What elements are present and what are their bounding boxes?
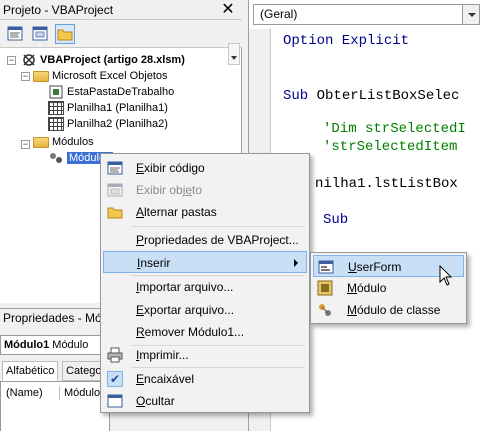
menu-label: Importar arquivo... [136, 280, 234, 294]
project-explorer-toolbar [0, 20, 242, 65]
object-icon [107, 182, 123, 198]
code-line: Sub ObterListBoxSelec [283, 88, 459, 105]
menu-item-view-object: Exibir objeto [103, 179, 307, 201]
submenu-label: UserForm [348, 260, 402, 274]
module-icon [48, 151, 64, 165]
menu-item-insert[interactable]: Inserir [103, 251, 307, 273]
tree-item-modules-label: Módulos [52, 136, 94, 148]
menu-item-remove-module[interactable]: Remover Módulo1... [103, 321, 307, 343]
menu-label: Inserir [137, 256, 171, 270]
close-icon[interactable]: ✕ [218, 1, 238, 19]
tab-alphabetic[interactable]: Alfabético [2, 361, 59, 381]
checkmark-icon: ✔ [107, 371, 123, 387]
tree-item-excel-objects-label: Microsoft Excel Objetos [52, 70, 168, 82]
code-text: nilha1.lstListBox [315, 176, 458, 192]
menu-item-dockable[interactable]: ✔ Encaixável [103, 368, 307, 390]
submenu-label: Módulo de classe [347, 303, 441, 317]
code-line: 'strSelectedItem [323, 139, 457, 156]
properties-window: Propriedades - Módu Módulo1 Módulo Alfab… [0, 308, 115, 431]
vba-project-icon [21, 53, 37, 67]
tree-item-workbook[interactable]: EstaPastaDeTrabalho [48, 84, 174, 100]
menu-separator [131, 226, 305, 227]
tree-item-excel-objects[interactable]: Microsoft Excel Objetos [33, 68, 168, 84]
combo-dropdown-button[interactable] [462, 5, 479, 24]
object-combo-value: (Geral) [260, 7, 298, 21]
code-icon [107, 160, 123, 176]
submenu-label: Módulo [347, 281, 387, 295]
properties-object-name: Módulo1 [4, 339, 50, 351]
property-name: (Name) [6, 387, 43, 399]
menu-item-view-code[interactable]: Exibir código [103, 157, 307, 179]
tree-item-sheet2-label: Planilha2 (Planilha2) [67, 118, 168, 130]
folder-open-icon [33, 137, 49, 149]
tree-item-sheet2[interactable]: Planilha2 (Planilha2) [48, 116, 168, 132]
menu-item-properties[interactable]: Propriedades de VBAProject... [103, 229, 307, 251]
properties-grid: (Name) Módulo1 [0, 381, 110, 431]
worksheet-icon [48, 101, 64, 116]
chevron-down-icon [468, 13, 476, 17]
properties-object-type: Módulo [52, 339, 89, 351]
menu-item-print[interactable]: Imprimir... [103, 344, 307, 366]
workbook-icon [48, 85, 64, 99]
menu-label: Remover Módulo1... [136, 325, 245, 339]
printer-icon [107, 347, 123, 363]
tree-item-sheet1[interactable]: Planilha1 (Planilha1) [48, 100, 168, 116]
properties-tabs: Alfabético Catego [0, 361, 110, 381]
menu-item-toggle-folders[interactable]: Alternar pastas [103, 201, 307, 223]
code-comment: 'strSelectedItem [323, 139, 458, 155]
class-module-icon [317, 302, 333, 318]
context-menu: Exibir código Exibir objeto Alternar pas… [100, 153, 310, 413]
menu-label: Imprimir... [136, 348, 189, 362]
userform-icon [318, 259, 334, 275]
tree-item-project[interactable]: VBAProject (artigo 28.xlsm) [21, 52, 185, 68]
menu-label: Propriedades de VBAProject... [136, 233, 299, 247]
view-object-icon[interactable] [30, 24, 50, 44]
code-keyword: Sub [283, 88, 309, 104]
submenu-item-class-module[interactable]: Módulo de classe [313, 299, 464, 321]
view-code-icon[interactable] [5, 24, 25, 44]
code-text: ObterListBoxSelec [308, 88, 460, 104]
toggle-folders-icon[interactable] [55, 24, 75, 44]
modules-collapse-icon[interactable]: − [21, 140, 30, 149]
folder-icon [107, 204, 123, 220]
tab-categorized[interactable]: Catego [62, 361, 106, 381]
menu-item-import-file[interactable]: Importar arquivo... [103, 276, 307, 298]
project-explorer-titlebar: Projeto - VBAProject ✕ [0, 0, 242, 20]
menu-label: Exibir objeto [136, 183, 203, 197]
code-comment: 'Dim strSelectedI [323, 121, 466, 137]
tree-item-workbook-label: EstaPastaDeTrabalho [67, 86, 175, 98]
code-line: nilha1.lstListBox [315, 176, 458, 193]
tree-item-project-label: VBAProject (artigo 28.xlsm) [40, 54, 185, 66]
code-line: Sub [323, 212, 348, 229]
folder-icon [33, 71, 49, 83]
menu-label: Encaixável [136, 372, 195, 386]
code-line: Option Explicit [283, 33, 409, 50]
properties-title: Propriedades - Módu [3, 311, 116, 325]
excel-objects-collapse-icon[interactable]: − [21, 72, 30, 81]
worksheet-icon [48, 117, 64, 132]
object-combo[interactable]: (Geral) [253, 4, 480, 25]
insert-submenu: UserForm Módulo Módulo de classe [310, 252, 467, 324]
properties-object-combo[interactable]: Módulo1 Módulo [0, 335, 110, 355]
tree-item-modules[interactable]: Módulos [33, 134, 94, 150]
window-icon [107, 393, 123, 409]
menu-label: Alternar pastas [136, 205, 217, 219]
code-keyword: Option Explicit [283, 33, 410, 49]
menu-item-hide[interactable]: Ocultar [103, 390, 307, 412]
project-explorer-title: Projeto - VBAProject [3, 3, 114, 17]
chevron-down-icon [231, 56, 237, 60]
tree-item-sheet1-label: Planilha1 (Planilha1) [67, 102, 168, 114]
project-collapse-icon[interactable]: − [7, 56, 16, 65]
code-keyword: Sub [323, 212, 349, 228]
menu-label: Exportar arquivo... [136, 303, 235, 317]
chevron-right-icon [294, 259, 298, 267]
menu-item-export-file[interactable]: Exportar arquivo... [103, 299, 307, 321]
menu-label: Exibir código [136, 161, 205, 175]
mouse-cursor-icon [439, 264, 453, 287]
module-icon [317, 280, 333, 296]
code-line: 'Dim strSelectedI [323, 121, 466, 138]
scroll-down-button[interactable] [228, 43, 240, 65]
menu-label: Ocultar [136, 394, 175, 408]
